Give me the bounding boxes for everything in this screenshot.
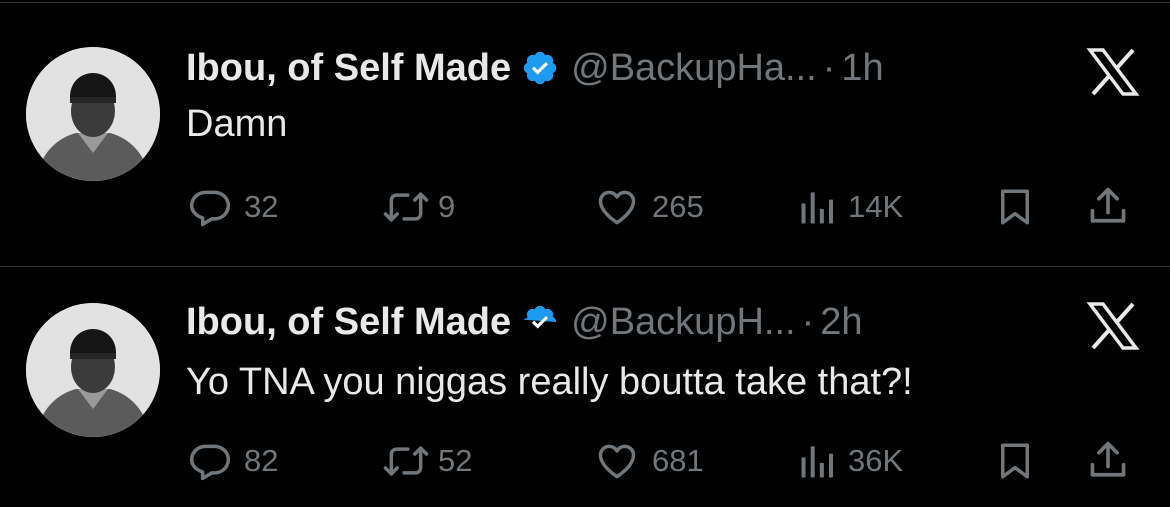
reply-count: 32 [244, 189, 279, 224]
tweet-2[interactable]: Ibou, of Self Made @BackupH... · 2h Yo T… [0, 267, 1170, 507]
repost-count: 52 [438, 443, 473, 478]
like-count: 681 [652, 443, 704, 478]
views-button[interactable]: 14K [796, 183, 903, 231]
share-button[interactable] [1086, 437, 1130, 485]
tweet-text: Damn [186, 103, 288, 145]
share-icon [1086, 185, 1130, 229]
tweet-actions: 32 9 265 14K [0, 183, 1170, 231]
tweet-text: Yo TNA you niggas really boutta take tha… [186, 361, 913, 403]
like-button[interactable]: 681 [594, 437, 704, 485]
handle[interactable]: @BackupHa... [571, 47, 817, 90]
analytics-icon [796, 439, 840, 483]
share-icon [1086, 439, 1130, 483]
like-button[interactable]: 265 [594, 183, 704, 231]
verified-badge-icon[interactable] [521, 303, 559, 341]
bookmark-button[interactable] [994, 183, 1036, 231]
repost-button[interactable]: 52 [382, 437, 472, 485]
handle[interactable]: @BackupH... [571, 301, 795, 344]
x-logo-icon [1086, 301, 1140, 351]
tweet-header: Ibou, of Self Made @BackupH... · 2h [186, 297, 863, 347]
analytics-icon [796, 185, 840, 229]
avatar[interactable] [26, 303, 160, 437]
display-name[interactable]: Ibou, of Self Made [186, 301, 511, 344]
view-count: 14K [848, 189, 904, 224]
tweet-1[interactable]: Ibou, of Self Made @BackupHa... · 1h Dam… [0, 5, 1170, 245]
tweet-actions: 82 52 681 36K [0, 437, 1170, 485]
reply-button[interactable]: 82 [188, 437, 278, 485]
reply-button[interactable]: 32 [188, 183, 278, 231]
repost-button[interactable]: 9 [382, 183, 455, 231]
views-button[interactable]: 36K [796, 437, 903, 485]
share-button[interactable] [1086, 183, 1130, 231]
reply-icon [188, 439, 232, 483]
heart-icon [594, 439, 640, 483]
display-name[interactable]: Ibou, of Self Made [186, 47, 511, 90]
timestamp[interactable]: 1h [841, 47, 883, 90]
repost-count: 9 [438, 189, 456, 224]
separator-dot: · [822, 46, 836, 89]
separator-dot: · [801, 300, 815, 343]
repost-icon [382, 185, 430, 229]
reply-icon [188, 185, 232, 229]
bookmark-button[interactable] [994, 437, 1036, 485]
like-count: 265 [652, 189, 704, 224]
bookmark-icon [994, 439, 1036, 483]
reply-count: 82 [244, 443, 279, 478]
repost-icon [382, 439, 430, 483]
x-logo-icon [1086, 47, 1140, 97]
view-count: 36K [848, 443, 904, 478]
avatar[interactable] [26, 47, 160, 181]
verified-badge-icon[interactable] [521, 49, 559, 87]
heart-icon [594, 185, 640, 229]
bookmark-icon [994, 185, 1036, 229]
timestamp[interactable]: 2h [820, 301, 862, 344]
tweet-header: Ibou, of Self Made @BackupHa... · 1h [186, 43, 884, 93]
top-divider [0, 2, 1170, 3]
